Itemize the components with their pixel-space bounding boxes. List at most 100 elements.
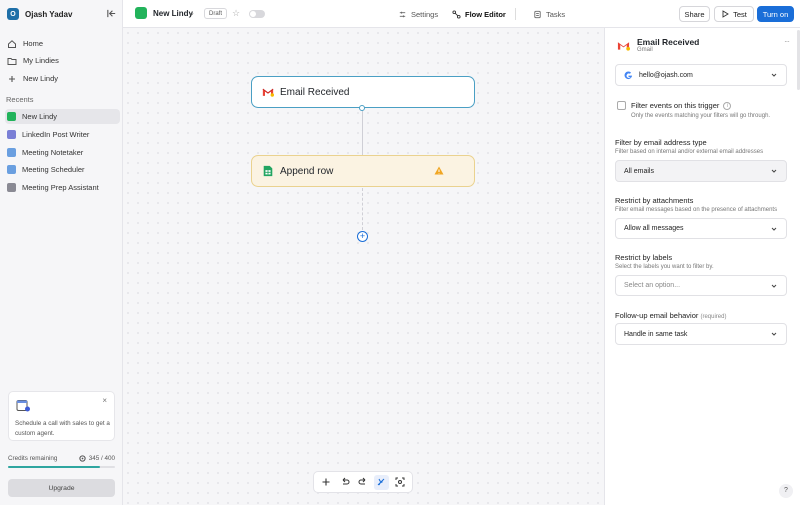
credits-value: 345 / 400 xyxy=(88,455,115,462)
activate-toggle[interactable] xyxy=(249,10,265,18)
labels-select[interactable]: Select an option... xyxy=(615,275,787,296)
help-button[interactable]: ? xyxy=(779,484,793,498)
info-icon[interactable]: i xyxy=(723,101,732,110)
recent-item-label: Meeting Prep Assistant xyxy=(22,183,99,192)
trigger-node[interactable]: Email Received xyxy=(251,76,475,108)
lindy-icon xyxy=(7,130,16,139)
recent-item[interactable]: LinkedIn Post Writer xyxy=(5,127,120,142)
sidebar-item-new-lindy[interactable]: New Lindy xyxy=(5,71,120,86)
status-badge: Draft xyxy=(204,8,228,19)
share-button[interactable]: Share xyxy=(679,6,710,22)
recent-item-label: LinkedIn Post Writer xyxy=(22,130,90,139)
credits-progress-fill xyxy=(8,466,101,468)
recent-item-label: Meeting Notetaker xyxy=(22,148,84,157)
tab-label: Settings xyxy=(411,9,439,19)
field-help: Filter based on internal and/or external… xyxy=(615,149,764,155)
divider xyxy=(515,8,516,20)
star-icon[interactable]: ☆ xyxy=(232,8,240,18)
filter-events-label-wrap: Filter events on this trigger i xyxy=(631,101,732,110)
chevron-down-icon xyxy=(771,227,777,231)
select-value: All emails xyxy=(624,167,654,175)
tab-flow-editor[interactable]: Flow Editor xyxy=(452,7,506,21)
redo-icon[interactable] xyxy=(355,475,370,490)
panel-title: Email Received xyxy=(637,37,700,47)
recent-item-label: New Lindy xyxy=(22,112,58,121)
credits-progress-bar xyxy=(8,466,115,468)
lindy-icon xyxy=(7,112,16,121)
more-options-icon[interactable]: ··· xyxy=(784,37,790,46)
sales-promo-card[interactable]: × Schedule a call with sales to get a cu… xyxy=(8,391,115,441)
calendar-icon xyxy=(16,400,30,412)
filter-events-label: Filter events on this trigger xyxy=(631,101,720,110)
canvas-toolbar xyxy=(313,471,413,493)
collapse-sidebar-icon[interactable] xyxy=(106,8,117,19)
follow-up-select[interactable]: Handle in same task xyxy=(615,323,787,345)
filter-events-checkbox[interactable] xyxy=(617,101,626,110)
lindy-icon xyxy=(135,7,147,19)
flow-name[interactable]: New Lindy xyxy=(153,9,193,18)
node-settings-panel: Email Received Gmail ··· hello@ojash.com… xyxy=(604,28,800,505)
attachments-select[interactable]: Allow all messages xyxy=(615,218,787,239)
recent-item[interactable]: Meeting Scheduler xyxy=(5,162,120,177)
sidebar: O Ojash Yadav Home My Lindies New Lindy … xyxy=(0,0,123,505)
account-value: hello@ojash.com xyxy=(639,71,693,79)
turn-on-button[interactable]: Turn on xyxy=(757,6,794,22)
action-node-label: Append row xyxy=(280,165,334,177)
email-type-select[interactable]: All emails xyxy=(615,160,787,182)
google-icon xyxy=(624,70,633,79)
sidebar-item-home[interactable]: Home xyxy=(5,36,120,51)
account-select[interactable]: hello@ojash.com xyxy=(615,64,787,86)
flow-canvas[interactable]: Email Received Append row + xyxy=(123,28,604,505)
recents-heading: Recents xyxy=(6,95,34,104)
filter-events-help: Only the events matching your filters wi… xyxy=(631,113,771,119)
select-value: Handle in same task xyxy=(624,330,688,338)
recent-item[interactable]: New Lindy xyxy=(5,109,120,124)
field-help: Filter email messages based on the prese… xyxy=(615,207,778,213)
chevron-down-icon xyxy=(771,284,777,288)
trigger-node-label: Email Received xyxy=(280,86,350,98)
field-label: Restrict by labels xyxy=(615,253,673,262)
fit-view-icon[interactable] xyxy=(392,475,407,490)
field-label-wrap: Follow-up email behavior (required) xyxy=(615,311,726,320)
upgrade-button[interactable]: Upgrade xyxy=(8,479,115,497)
add-icon[interactable] xyxy=(319,475,334,490)
select-placeholder: Select an option... xyxy=(624,282,681,289)
recent-item[interactable]: Meeting Notetaker xyxy=(5,145,120,160)
chevron-down-icon xyxy=(771,73,777,77)
required-tag: (required) xyxy=(700,314,727,320)
credits-value-wrap: 345 / 400 xyxy=(79,455,115,462)
tab-label: Flow Editor xyxy=(465,9,506,19)
lindy-icon xyxy=(7,165,16,174)
credits-label: Credits remaining xyxy=(8,455,58,462)
add-step-button[interactable]: + xyxy=(357,231,368,242)
action-node[interactable]: Append row xyxy=(251,155,475,187)
field-label: Filter by email address type xyxy=(615,138,707,147)
field-label: Restrict by attachments xyxy=(615,196,694,205)
lindy-icon xyxy=(7,183,16,192)
credits-icon xyxy=(79,455,86,462)
sidebar-item-my-lindies[interactable]: My Lindies xyxy=(5,53,120,68)
field-help: Select the labels you want to filter by. xyxy=(615,264,714,270)
undo-icon[interactable] xyxy=(337,475,352,490)
flow-icon xyxy=(452,9,461,19)
close-icon[interactable]: × xyxy=(102,396,107,405)
recent-item[interactable]: Meeting Prep Assistant xyxy=(5,180,120,195)
chevron-down-icon[interactable]: ⌄ xyxy=(189,9,195,17)
user-switcher[interactable]: O Ojash Yadav xyxy=(7,7,72,21)
gmail-icon xyxy=(262,88,274,97)
user-name: Ojash Yadav xyxy=(25,9,73,19)
sidebar-item-label: My Lindies xyxy=(23,56,59,65)
folder-icon xyxy=(7,57,17,65)
auto-layout-icon[interactable] xyxy=(373,474,389,490)
tab-settings[interactable]: Settings xyxy=(398,7,438,21)
credits-row: Credits remaining 345 / 400 xyxy=(8,455,115,462)
chevron-down-icon xyxy=(771,332,777,336)
gmail-icon xyxy=(617,42,630,51)
sheets-icon xyxy=(263,165,273,177)
tab-tasks[interactable]: Tasks xyxy=(533,7,565,21)
promo-text: Schedule a call with sales to get a cust… xyxy=(15,420,110,437)
connector-edge xyxy=(362,111,363,155)
panel-subtitle: Gmail xyxy=(637,47,653,53)
test-button[interactable]: Test xyxy=(714,6,754,22)
tab-label: Tasks xyxy=(546,9,566,19)
